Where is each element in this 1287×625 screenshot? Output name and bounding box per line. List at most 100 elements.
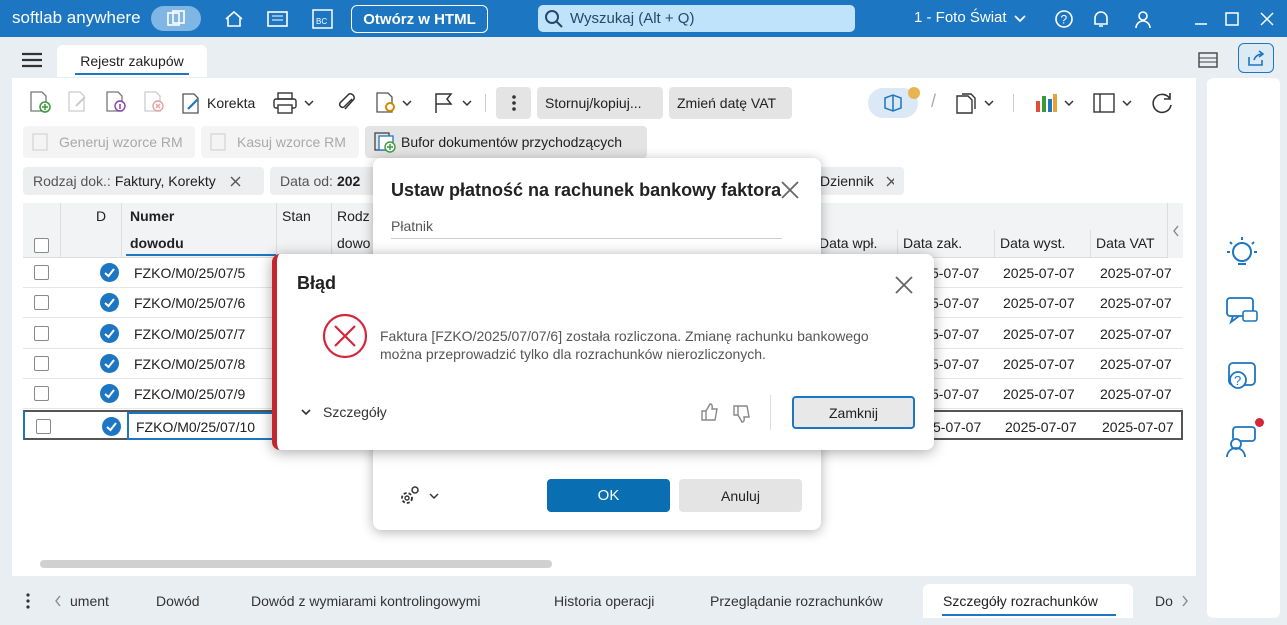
col-sep	[60, 203, 61, 258]
document-info-icon[interactable]	[104, 90, 128, 117]
col-header-data-zak[interactable]: Data zak.	[903, 235, 962, 251]
close-icon[interactable]	[230, 176, 241, 187]
print-button[interactable]	[272, 91, 314, 115]
help-icon[interactable]: ?	[1046, 6, 1082, 31]
separator-slash: /	[931, 91, 937, 111]
select-all-checkbox[interactable]	[34, 238, 49, 253]
apps-icon[interactable]	[151, 6, 201, 31]
stornuj-button[interactable]: Stornuj/kopiuj...	[537, 87, 663, 119]
close-icon[interactable]	[895, 276, 913, 297]
row-checkbox[interactable]	[34, 295, 49, 311]
list-settings-icon[interactable]	[1197, 50, 1219, 73]
lightbulb-icon[interactable]	[1225, 234, 1259, 271]
ok-button[interactable]: OK	[547, 479, 670, 512]
cube-icon	[884, 94, 902, 112]
add-document-icon[interactable]	[28, 90, 52, 117]
chevron-down-icon[interactable]	[1008, 6, 1032, 31]
panel-button[interactable]	[1092, 91, 1132, 115]
col-header-data-wpl[interactable]: Data wpł.	[819, 235, 877, 251]
tab-historia[interactable]: Historia operacji	[554, 593, 654, 609]
tab-przegladanie[interactable]: Przeglądanie rozrachunków	[710, 593, 883, 609]
flag-button[interactable]	[432, 91, 472, 115]
search-input[interactable]: Wyszukaj (Alt + Q)	[538, 5, 855, 32]
cell-numer: FZKO/M0/25/07/6	[134, 295, 246, 312]
active-tab-indicator	[942, 614, 1116, 616]
side-panel: ?	[1207, 78, 1280, 618]
more-options-icon[interactable]	[496, 87, 531, 119]
document-actions-button[interactable]	[374, 91, 412, 115]
company-selector[interactable]: 1 - Foto Świat	[914, 9, 1007, 26]
korekta-button[interactable]: Korekta	[180, 92, 255, 114]
thumbs-down-icon[interactable]	[732, 404, 752, 427]
chevron-right-icon[interactable]	[1181, 594, 1189, 610]
template-icon	[32, 133, 48, 151]
news-icon[interactable]	[260, 6, 296, 31]
col-header-numer[interactable]: Numer	[130, 208, 174, 224]
details-toggle[interactable]: Szczegóły	[301, 404, 387, 420]
zmien-date-vat-button[interactable]: Zmień datę VAT	[669, 87, 792, 119]
checkmark-icon	[100, 323, 119, 343]
chevron-left-icon[interactable]	[54, 594, 62, 610]
correction-icon	[182, 93, 199, 114]
maximize-icon[interactable]	[1214, 6, 1250, 31]
close-icon[interactable]	[886, 176, 894, 187]
thumbs-up-icon[interactable]	[700, 402, 720, 425]
tab-rejestr-zakupow[interactable]: Rejestr zakupów	[57, 45, 207, 77]
row-checkbox[interactable]	[34, 325, 49, 341]
home-icon[interactable]	[216, 6, 252, 31]
error-dialog: Błąd Faktura [FZKO/2025/07/07/6] została…	[272, 254, 934, 450]
filter-value: Faktury, Korekty	[114, 173, 216, 189]
close-button[interactable]: Zamknij	[792, 396, 915, 429]
cell-data-vat: 2025-07-07	[1100, 325, 1172, 342]
scroll-left-icon[interactable]	[1167, 203, 1183, 258]
open-html-button[interactable]: Otwórz w HTML	[351, 5, 488, 33]
chat-icon[interactable]	[1225, 294, 1259, 331]
close-window-icon[interactable]	[1249, 6, 1285, 31]
row-checkbox[interactable]	[34, 355, 49, 371]
bufor-button[interactable]: Bufor dokumentów przychodzących	[365, 126, 647, 158]
tab-szczegoly[interactable]: Szczegóły rozrachunków	[943, 593, 1098, 609]
tab-do[interactable]: Do	[1155, 593, 1173, 609]
details-label: Szczegóły	[323, 404, 387, 420]
hamburger-menu-icon[interactable]	[21, 51, 43, 72]
export-button[interactable]	[954, 91, 994, 115]
notifications-icon[interactable]	[1083, 6, 1119, 31]
col-header-stan[interactable]: Stan	[282, 208, 311, 224]
svg-text:BC: BC	[316, 17, 327, 26]
platnik-label: Płatnik	[391, 218, 434, 234]
settings-menu-button[interactable]	[397, 484, 439, 508]
help-chat-icon[interactable]: ?	[1225, 360, 1259, 397]
col-header-rodzaj[interactable]: Rodz	[337, 208, 370, 224]
support-chat-icon[interactable]	[1225, 424, 1259, 461]
share-button[interactable]	[1238, 43, 1274, 73]
row-checkbox[interactable]	[34, 386, 49, 402]
refresh-icon[interactable]	[1150, 91, 1174, 118]
col-header-data-wyst[interactable]: Data wyst.	[1000, 235, 1065, 251]
filter-chip-dziennik[interactable]: Dziennik	[810, 167, 904, 195]
checkmark-icon	[100, 353, 119, 373]
flag-icon	[435, 93, 453, 113]
row-checkbox[interactable]	[36, 418, 51, 434]
col-header-data-vat[interactable]: Data VAT	[1096, 235, 1155, 251]
close-icon[interactable]	[781, 181, 799, 202]
cell-data-vat: 2025-07-07	[1102, 418, 1174, 435]
filter-chip-data[interactable]: Data od: 202	[270, 167, 380, 195]
chart-button[interactable]	[1034, 91, 1074, 115]
bc-icon[interactable]: BC	[305, 6, 341, 31]
edit-document-icon	[66, 90, 90, 117]
tab-dowod-wymiary[interactable]: Dowód z wymiarami kontrolingowymi	[251, 593, 481, 609]
generuj-label: Generuj wzorce RM	[59, 134, 183, 150]
col-header-d[interactable]: D	[96, 208, 106, 224]
filter-chip-rodzaj[interactable]: Rodzaj dok.: Faktury, Korekty	[23, 167, 264, 195]
attachment-icon[interactable]	[335, 91, 357, 118]
platnik-field[interactable]	[391, 238, 782, 239]
cancel-button[interactable]: Anuluj	[679, 479, 802, 512]
user-icon[interactable]	[1125, 6, 1161, 31]
tab-dowod[interactable]: Dowód	[156, 593, 200, 609]
tab-dokument[interactable]: ument	[70, 593, 109, 609]
share-icon	[1248, 50, 1265, 66]
horizontal-scrollbar[interactable]	[40, 560, 552, 568]
row-checkbox[interactable]	[34, 265, 49, 280]
error-message-line1: Faktura [FZKO/2025/07/07/6] została rozl…	[380, 328, 869, 344]
more-options-icon[interactable]	[26, 593, 30, 612]
